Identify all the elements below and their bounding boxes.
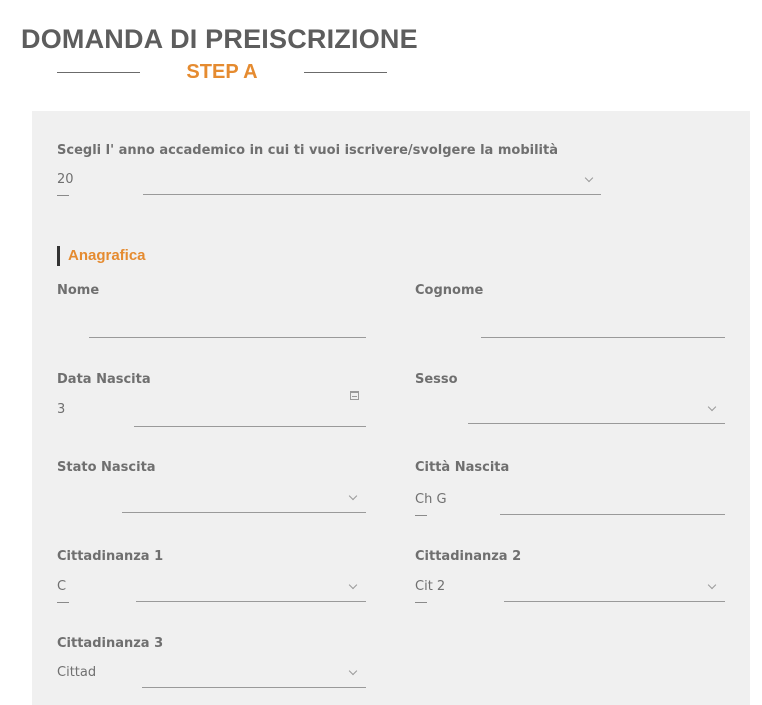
section-title: Anagrafica <box>68 247 146 264</box>
stato-nascita-label: Stato Nascita <box>57 460 156 475</box>
chevron-down-icon[interactable] <box>348 580 358 590</box>
stato-nascita-underline <box>122 512 366 513</box>
chevron-down-icon[interactable] <box>707 580 717 590</box>
citta-nascita-value: Ch G <box>415 492 447 507</box>
cognome-underline <box>481 337 725 338</box>
academic-year-value-underline <box>57 195 69 196</box>
citta-nascita-underline <box>500 514 725 515</box>
data-nascita-underline <box>134 426 366 427</box>
step-divider-left <box>57 71 140 73</box>
cittadinanza2-value-underline <box>415 602 427 603</box>
cittadinanza2-value: Cit 2 <box>415 579 446 594</box>
nome-underline <box>89 337 366 338</box>
data-nascita-value: 3 <box>57 402 66 417</box>
step-divider-right <box>304 71 387 73</box>
citta-nascita-value-underline <box>415 515 427 516</box>
cittadinanza1-value-underline <box>57 602 69 603</box>
calendar-icon[interactable] <box>350 391 359 400</box>
nome-label: Nome <box>57 283 100 298</box>
page-title: DOMANDA DI PREISCRIZIONE <box>21 24 418 54</box>
citta-nascita-label: Città Nascita <box>415 460 510 475</box>
chevron-down-icon[interactable] <box>707 402 717 412</box>
cittadinanza1-underline <box>136 601 366 602</box>
step-label: STEP A <box>186 60 258 83</box>
cittadinanza2-underline <box>504 601 725 602</box>
academic-year-underline <box>143 194 601 195</box>
form-panel: Scegli l' anno accademico in cui ti vuoi… <box>32 111 750 705</box>
cognome-label: Cognome <box>415 283 484 298</box>
academic-year-value: 20 <box>57 172 74 187</box>
cittadinanza1-label: Cittadinanza 1 <box>57 549 164 564</box>
step-indicator: STEP A <box>57 60 387 84</box>
sesso-underline <box>468 423 725 424</box>
sesso-label: Sesso <box>415 372 458 387</box>
chevron-down-icon[interactable] <box>584 173 594 183</box>
section-marker <box>57 246 60 266</box>
cittadinanza3-value: Cittad <box>57 665 97 680</box>
data-nascita-label: Data Nascita <box>57 372 151 387</box>
chevron-down-icon[interactable] <box>348 666 358 676</box>
cittadinanza3-underline <box>142 687 366 688</box>
chevron-down-icon[interactable] <box>348 491 358 501</box>
cittadinanza1-value: C <box>57 579 67 594</box>
cittadinanza3-label: Cittadinanza 3 <box>57 636 164 651</box>
cittadinanza2-label: Cittadinanza 2 <box>415 549 522 564</box>
academic-year-label: Scegli l' anno accademico in cui ti vuoi… <box>57 143 558 158</box>
